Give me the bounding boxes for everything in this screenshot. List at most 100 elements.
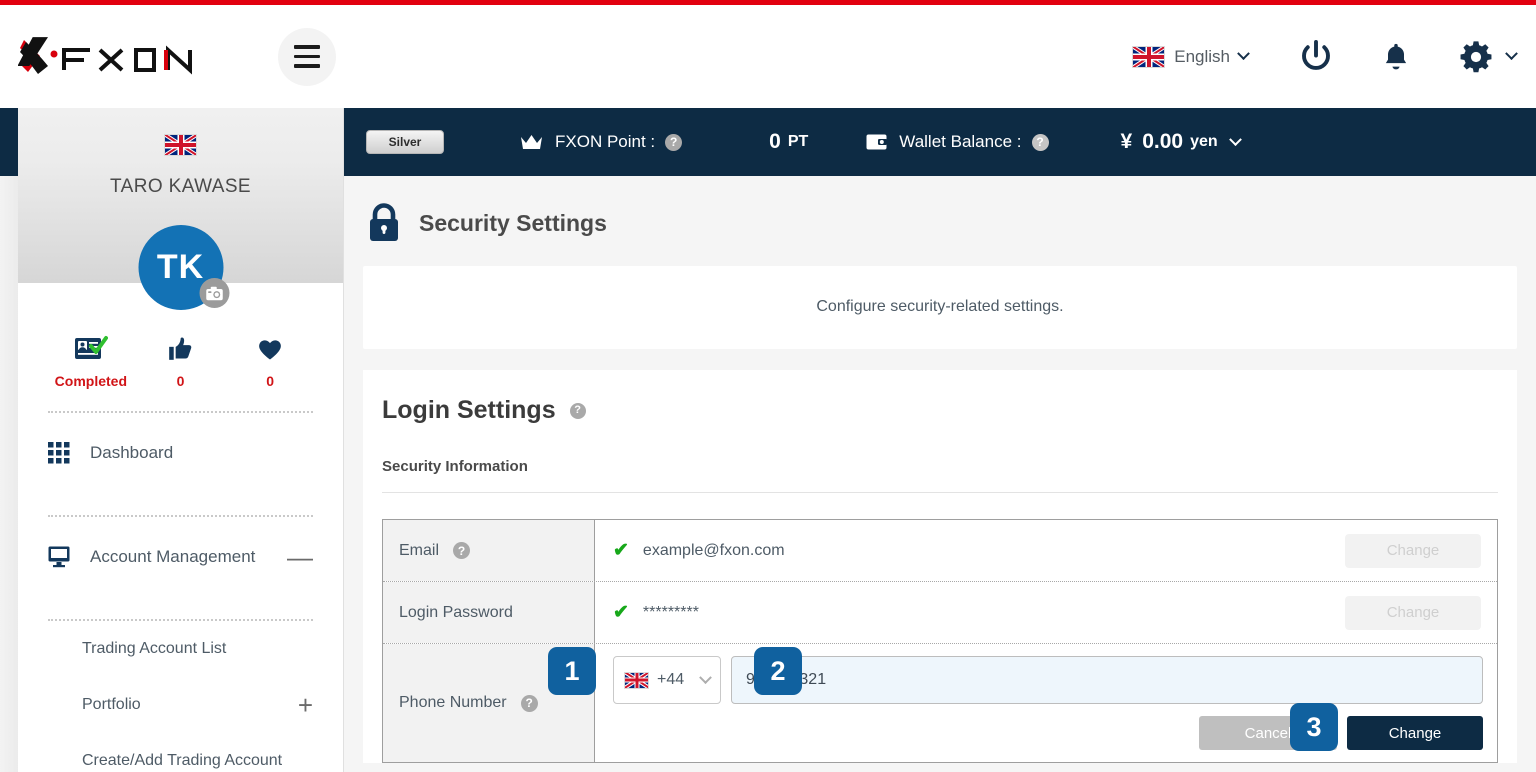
sidebar-item-portfolio[interactable]: Portfolio + bbox=[18, 677, 343, 733]
monitor-icon bbox=[48, 546, 78, 568]
phone-input-row: +44 bbox=[613, 656, 1483, 704]
section-title: Login Settings bbox=[382, 396, 556, 424]
page-title: Security Settings bbox=[419, 209, 607, 236]
help-icon[interactable]: ? bbox=[1031, 133, 1049, 151]
sidebar-item-label: Account Management bbox=[90, 547, 256, 566]
notifications-button[interactable] bbox=[1380, 40, 1412, 74]
row-label: Login Password bbox=[399, 603, 513, 621]
heart-icon bbox=[259, 340, 281, 360]
id-card-verified-icon bbox=[74, 336, 108, 359]
row-label-cell: Login Password bbox=[383, 582, 595, 643]
expand-plus-icon[interactable]: + bbox=[298, 692, 313, 718]
help-icon[interactable]: ? bbox=[453, 542, 471, 559]
account-status-bar: Silver FXON Point : ? 0 PT Wallet Balanc… bbox=[344, 108, 1536, 176]
uk-flag-icon bbox=[1132, 45, 1166, 68]
wallet-balance-label: Wallet Balance : bbox=[899, 132, 1022, 151]
subsection-title: Security Information bbox=[382, 458, 528, 475]
gear-icon bbox=[1460, 40, 1492, 72]
step-badge-3: 3 bbox=[1290, 703, 1338, 751]
stat-likes[interactable]: 0 bbox=[138, 335, 222, 389]
change-phone-button[interactable]: Change bbox=[1347, 716, 1483, 750]
stat-label: Completed bbox=[54, 373, 127, 389]
verified-check-icon: ✔ bbox=[613, 540, 629, 561]
sidebar-item-create-add-trading-account[interactable]: Create/Add Trading Account bbox=[18, 733, 343, 772]
chevron-down-icon bbox=[1505, 47, 1518, 61]
profile-uk-flag-icon bbox=[164, 134, 197, 156]
chevron-down-icon[interactable] bbox=[1228, 132, 1242, 146]
camera-glyph bbox=[205, 286, 223, 300]
fxon-logo[interactable] bbox=[18, 34, 234, 80]
collapse-minus-icon[interactable]: — bbox=[287, 544, 313, 570]
left-navy-strip bbox=[0, 108, 18, 176]
sidebar-subitem-label: Trading Account List bbox=[82, 640, 227, 657]
profile-name: TARO KAWASE bbox=[110, 176, 251, 197]
settings-button[interactable] bbox=[1458, 39, 1518, 75]
sidebar-item-label: Dashboard bbox=[90, 443, 174, 462]
table-row: Login Password ✔ ********* Change bbox=[383, 582, 1497, 644]
row-value: ********* bbox=[642, 603, 699, 621]
main-content: Silver FXON Point : ? 0 PT Wallet Balanc… bbox=[344, 108, 1536, 772]
step-badge-2: 2 bbox=[754, 647, 802, 695]
phone-number-input[interactable] bbox=[731, 656, 1483, 704]
page-description: Configure security-related settings. bbox=[816, 298, 1064, 315]
help-icon[interactable]: ? bbox=[665, 133, 683, 151]
row-value-cell: ✔ example@fxon.com Change bbox=[595, 520, 1497, 581]
crown-icon bbox=[521, 134, 542, 149]
page-header: Security Settings bbox=[344, 176, 1536, 266]
change-password-button[interactable]: Change bbox=[1345, 595, 1481, 630]
description-card: Configure security-related settings. bbox=[363, 266, 1517, 349]
hamburger-line bbox=[294, 45, 320, 49]
sidebar-item-account-management[interactable]: Account Management — bbox=[18, 517, 343, 597]
fxon-point-group: FXON Point : ? bbox=[520, 132, 683, 152]
wallet-icon bbox=[866, 134, 888, 150]
section-title-wrapper: Login Settings ? bbox=[382, 396, 1498, 425]
grid-icon bbox=[48, 442, 78, 464]
table-row: Email ? ✔ example@fxon.com Change bbox=[383, 520, 1497, 582]
stat-label: 0 bbox=[176, 373, 185, 389]
power-button[interactable] bbox=[1298, 39, 1334, 75]
wallet-currency-symbol: ¥ bbox=[1120, 130, 1133, 153]
header-actions: English bbox=[1132, 39, 1518, 75]
row-value-cell: +44 Cancel Change bbox=[595, 644, 1497, 762]
power-icon bbox=[1302, 39, 1330, 70]
row-label: Phone Number bbox=[399, 694, 507, 711]
stat-favorites[interactable]: 0 bbox=[228, 335, 312, 389]
avatar-wrapper: TK bbox=[138, 225, 229, 310]
rank-badge[interactable]: Silver bbox=[366, 130, 444, 154]
login-settings-card: Login Settings ? Security Information Em… bbox=[363, 370, 1517, 763]
stat-verification[interactable]: Completed bbox=[49, 335, 133, 389]
country-code-value: +44 bbox=[657, 671, 685, 688]
row-label-cell: Email ? bbox=[383, 520, 595, 581]
hamburger-menu-icon[interactable] bbox=[278, 27, 336, 86]
camera-icon[interactable] bbox=[199, 278, 229, 308]
grid-glyph bbox=[48, 442, 70, 464]
thumbs-up-icon bbox=[169, 337, 192, 360]
sidebar-profile-header: TARO KAWASE TK bbox=[18, 108, 343, 310]
hamburger-line bbox=[294, 54, 320, 59]
lock-icon bbox=[370, 203, 398, 241]
wallet-balance-value: 0.00 bbox=[1142, 130, 1184, 153]
row-value-cell: ✔ ********* Change bbox=[595, 582, 1497, 643]
uk-flag-icon bbox=[624, 671, 649, 689]
app-header: English bbox=[0, 5, 1536, 108]
wallet-currency-unit: yen bbox=[1190, 133, 1218, 150]
step-badge-1: 1 bbox=[548, 647, 596, 695]
change-email-button[interactable]: Change bbox=[1345, 533, 1481, 568]
hamburger-line bbox=[294, 64, 320, 68]
sidebar-subitem-label: Create/Add Trading Account bbox=[82, 752, 283, 769]
fxon-point-label: FXON Point : bbox=[555, 132, 656, 151]
sidebar-subitem-label: Portfolio bbox=[82, 696, 141, 713]
monitor-glyph bbox=[48, 546, 70, 568]
sidebar-item-dashboard[interactable]: Dashboard bbox=[18, 413, 343, 493]
sidebar-item-trading-account-list[interactable]: Trading Account List bbox=[18, 621, 343, 677]
fxon-point-value: 0 bbox=[769, 130, 781, 153]
left-gray-strip bbox=[0, 176, 18, 772]
wallet-balance-value-group[interactable]: ¥ 0.00 yen bbox=[1120, 130, 1242, 154]
fxon-point-unit: PT bbox=[787, 133, 809, 150]
country-code-select[interactable]: +44 bbox=[613, 656, 721, 704]
help-icon[interactable]: ? bbox=[569, 402, 586, 419]
language-label: English bbox=[1174, 46, 1230, 66]
language-selector[interactable]: English bbox=[1132, 45, 1250, 68]
help-icon[interactable]: ? bbox=[520, 694, 538, 712]
bell-icon bbox=[1385, 43, 1407, 69]
